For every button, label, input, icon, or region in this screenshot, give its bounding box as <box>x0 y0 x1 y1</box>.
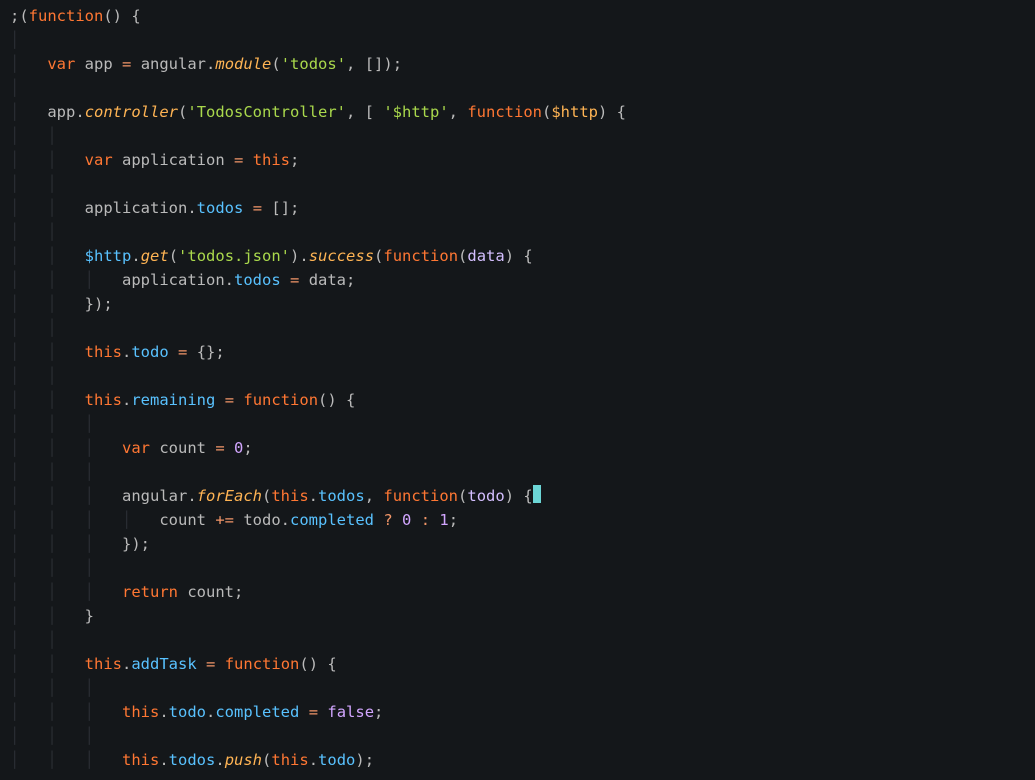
code-line: │ │ <box>10 127 57 145</box>
code-line: │ <box>10 31 19 49</box>
code-line: │ │ this.todo = {}; <box>10 343 225 361</box>
code-line: │ │ │ angular.forEach(this.todos, functi… <box>10 487 541 505</box>
code-line: │ │ <box>10 367 57 385</box>
code-line: │ <box>10 79 19 97</box>
code-line: │ │ │ }); <box>10 535 150 553</box>
code-line: │ │ var application = this; <box>10 151 299 169</box>
text-cursor <box>533 485 541 503</box>
code-line: │ │ │ <box>10 679 94 697</box>
code-line: │ app.controller('TodosController', [ '$… <box>10 103 626 121</box>
code-line: │ │ } <box>10 607 94 625</box>
code-line: │ │ │ return count; <box>10 583 243 601</box>
code-line: ;(function() { <box>10 7 141 25</box>
code-line: │ │ <box>10 223 57 241</box>
code-line: │ │ }); <box>10 295 113 313</box>
code-line: │ │ application.todos = []; <box>10 199 299 217</box>
code-line: │ │ this.remaining = function() { <box>10 391 355 409</box>
code-line: │ │ │ │ count += todo.completed ? 0 : 1; <box>10 511 458 529</box>
code-line: │ │ │ <box>10 415 94 433</box>
code-line: │ │ <box>10 319 57 337</box>
code-editor[interactable]: ;(function() { │ │ var app = angular.mod… <box>0 0 1035 772</box>
code-line: │ │ $http.get('todos.json').success(func… <box>10 247 533 265</box>
code-line: │ │ │ this.todos.push(this.todo); <box>10 751 374 769</box>
code-line: │ │ <box>10 175 57 193</box>
code-line: │ │ <box>10 631 57 649</box>
code-line: │ │ this.addTask = function() { <box>10 655 337 673</box>
code-line: │ var app = angular.module('todos', []); <box>10 55 402 73</box>
code-line: │ │ │ <box>10 559 94 577</box>
code-line: │ │ │ var count = 0; <box>10 439 253 457</box>
code-line: │ │ │ application.todos = data; <box>10 271 355 289</box>
code-line: │ │ │ <box>10 727 94 745</box>
code-line: │ │ │ <box>10 463 94 481</box>
code-line: │ │ │ this.todo.completed = false; <box>10 703 383 721</box>
